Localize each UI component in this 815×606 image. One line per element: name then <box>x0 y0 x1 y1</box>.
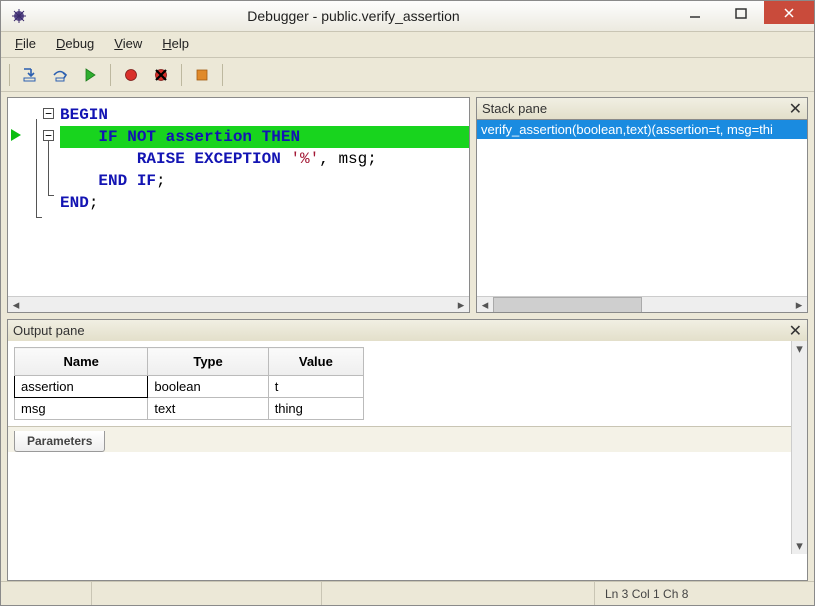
status-cursor-pos: Ln 3 Col 1 Ch 8 <box>594 582 814 605</box>
stack-pane-close-icon[interactable]: ✕ <box>789 99 802 119</box>
scroll-up-icon[interactable]: ▾ <box>792 341 808 357</box>
scroll-track[interactable] <box>493 297 791 313</box>
minimize-button[interactable] <box>672 1 718 24</box>
debugger-window: Debugger - public.verify_assertion File … <box>0 0 815 606</box>
fold-guide <box>36 217 42 218</box>
menu-file[interactable]: File <box>5 32 46 57</box>
stop-icon <box>193 66 211 84</box>
tab-parameters[interactable]: Parameters <box>14 431 105 452</box>
table-cell[interactable]: t <box>268 376 363 398</box>
status-cell <box>321 582 594 605</box>
fold-toggle[interactable]: − <box>43 130 54 141</box>
parameters-table[interactable]: Name Type Value assertionbooleantmsgtext… <box>14 347 364 420</box>
scroll-left-icon[interactable]: ◂ <box>8 297 24 313</box>
status-cell <box>91 582 321 605</box>
continue-button[interactable] <box>76 62 104 88</box>
code-content: BEGIN IF NOT assertion THEN RAISE EXCEPT… <box>60 98 469 296</box>
menu-debug[interactable]: Debug <box>46 32 104 57</box>
menu-help[interactable]: Help <box>152 32 199 57</box>
scroll-right-icon[interactable]: ▸ <box>791 297 807 313</box>
step-into-icon <box>21 66 39 84</box>
output-pane-title: Output pane <box>13 323 85 338</box>
toolbar-sep <box>181 64 182 86</box>
step-over-button[interactable] <box>46 62 74 88</box>
play-icon <box>81 66 99 84</box>
app-icon <box>11 8 27 24</box>
main-split: − − BEGIN IF NOT assertion THEN RAISE EX… <box>1 92 814 313</box>
output-pane-header: Output pane ✕ <box>7 319 808 341</box>
table-cell[interactable]: assertion <box>15 376 148 398</box>
col-name[interactable]: Name <box>15 348 148 376</box>
col-value[interactable]: Value <box>268 348 363 376</box>
stack-pane: Stack pane ✕ verify_assertion(boolean,te… <box>476 97 808 313</box>
code-pane: − − BEGIN IF NOT assertion THEN RAISE EX… <box>7 97 470 313</box>
scroll-track[interactable] <box>24 297 453 313</box>
scroll-left-icon[interactable]: ◂ <box>477 297 493 313</box>
code-line[interactable]: END; <box>60 192 469 214</box>
toolbar-sep <box>110 64 111 86</box>
current-line-arrow <box>11 129 21 141</box>
output-body: Name Type Value assertionbooleantmsgtext… <box>7 341 808 581</box>
table-cell[interactable]: boolean <box>148 376 268 398</box>
menu-view[interactable]: View <box>104 32 152 57</box>
code-line[interactable]: BEGIN <box>60 104 469 126</box>
stack-pane-title: Stack pane <box>482 101 547 116</box>
code-line[interactable]: END IF; <box>60 170 469 192</box>
toggle-breakpoint-button[interactable] <box>117 62 145 88</box>
toolbar-sep <box>222 64 223 86</box>
close-button[interactable] <box>764 1 814 24</box>
output-vscroll[interactable]: ▾ ▾ <box>791 341 807 554</box>
code-hscroll[interactable]: ◂ ▸ <box>8 296 469 312</box>
fold-guide <box>36 119 37 218</box>
output-tabstrip: Parameters <box>8 426 807 452</box>
fold-guide <box>48 195 54 196</box>
window-controls <box>672 1 814 31</box>
table-row[interactable]: assertionbooleant <box>15 376 364 398</box>
stop-button[interactable] <box>188 62 216 88</box>
clear-breakpoints-icon <box>152 66 170 84</box>
step-into-button[interactable] <box>16 62 44 88</box>
toolbar <box>1 58 814 92</box>
table-cell[interactable]: msg <box>15 398 148 420</box>
statusbar: Ln 3 Col 1 Ch 8 <box>1 581 814 605</box>
clear-breakpoints-button[interactable] <box>147 62 175 88</box>
code-gutter: − − <box>8 98 60 296</box>
stack-pane-header: Stack pane ✕ <box>476 97 808 119</box>
titlebar: Debugger - public.verify_assertion <box>1 1 814 32</box>
window-title: Debugger - public.verify_assertion <box>35 8 672 24</box>
breakpoint-icon <box>122 66 140 84</box>
stack-frame[interactable]: verify_assertion(boolean,text)(assertion… <box>477 120 807 139</box>
stack-hscroll[interactable]: ◂ ▸ <box>477 296 807 312</box>
step-over-icon <box>51 66 69 84</box>
toolbar-sep <box>9 64 10 86</box>
code-editor[interactable]: − − BEGIN IF NOT assertion THEN RAISE EX… <box>7 97 470 313</box>
output-pane: Output pane ✕ Name Type Value assertionb… <box>1 313 814 581</box>
code-line[interactable]: IF NOT assertion THEN <box>60 126 469 148</box>
col-type[interactable]: Type <box>148 348 268 376</box>
fold-guide <box>48 141 49 196</box>
stack-list[interactable]: verify_assertion(boolean,text)(assertion… <box>476 119 808 313</box>
fold-toggle[interactable]: − <box>43 108 54 119</box>
code-line[interactable]: RAISE EXCEPTION '%', msg; <box>60 148 469 170</box>
menubar: File Debug View Help <box>1 32 814 58</box>
table-row[interactable]: msgtextthing <box>15 398 364 420</box>
status-cell <box>1 582 91 605</box>
output-pane-close-icon[interactable]: ✕ <box>789 321 802 341</box>
maximize-button[interactable] <box>718 1 764 24</box>
scroll-down-icon[interactable]: ▾ <box>792 538 808 554</box>
scroll-right-icon[interactable]: ▸ <box>453 297 469 313</box>
table-cell[interactable]: thing <box>268 398 363 420</box>
table-cell[interactable]: text <box>148 398 268 420</box>
